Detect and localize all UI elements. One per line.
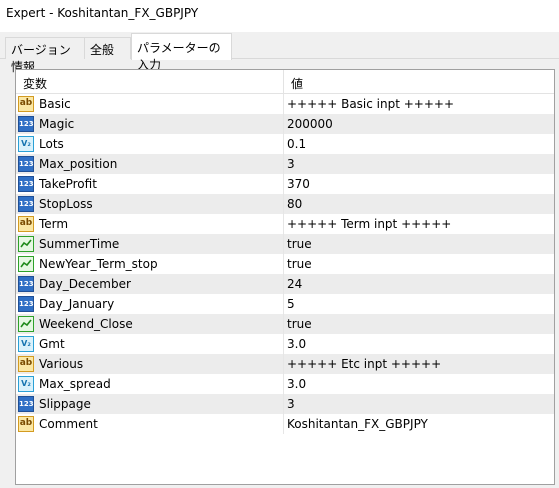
table-row[interactable]: ab Basic +++++ Basic inpt +++++ [16,94,554,114]
table-row[interactable]: ab Comment Koshitantan_FX_GBPJPY [16,414,554,434]
integer-123-icon: 123 [18,156,34,172]
parameter-name: NewYear_Term_stop [39,257,158,271]
parameter-name: Max_spread [39,377,111,391]
string-ab-icon: ab [18,416,34,432]
parameter-value[interactable]: true [287,237,312,251]
parameter-name: Weekend_Close [39,317,133,331]
double-v2-icon: V₂ [18,136,34,152]
parameter-name: Term [39,217,69,231]
parameter-name: Magic [39,117,75,131]
cell-divider [283,414,284,434]
table-row[interactable]: 123 Day_January 5 [16,294,554,314]
parameter-value[interactable]: +++++ Etc inpt +++++ [287,357,441,371]
parameter-value[interactable]: true [287,257,312,271]
parameter-value[interactable]: 3 [287,157,295,171]
integer-123-icon: 123 [18,296,34,312]
parameter-name: Slippage [39,397,91,411]
table-row[interactable]: Weekend_Close true [16,314,554,334]
window-title: Expert - Koshitantan_FX_GBPJPY [6,6,199,20]
window-title-bar: Expert - Koshitantan_FX_GBPJPY [0,0,559,30]
double-v2-icon: V₂ [18,376,34,392]
cell-divider [283,254,284,274]
cell-divider [283,354,284,374]
cell-divider [283,194,284,214]
parameters-grid[interactable]: 変数 値 ab Basic +++++ Basic inpt +++++ 123 Mag… [15,69,555,485]
parameter-name: Max_position [39,157,118,171]
double-v2-icon: V₂ [18,336,34,352]
table-row[interactable]: 123 Magic 200000 [16,114,554,134]
cell-divider [283,114,284,134]
cell-divider [283,294,284,314]
parameter-value[interactable]: 370 [287,177,310,191]
integer-123-icon: 123 [18,396,34,412]
cell-divider [283,374,284,394]
table-row[interactable]: SummerTime true [16,234,554,254]
bool-icon [18,256,34,272]
cell-divider [283,94,284,114]
column-header-value[interactable]: 値 [284,70,554,93]
table-row[interactable]: ab Various +++++ Etc inpt +++++ [16,354,554,374]
table-row[interactable]: V₂ Lots 0.1 [16,134,554,154]
cell-divider [283,174,284,194]
parameter-value[interactable]: 3.0 [287,337,306,351]
parameter-name: Day_January [39,297,115,311]
table-row[interactable]: 123 StopLoss 80 [16,194,554,214]
column-header-label: 変数 [23,77,48,91]
integer-123-icon: 123 [18,276,34,292]
parameter-name: Day_December [39,277,131,291]
cell-divider [283,334,284,354]
string-ab-icon: ab [18,216,34,232]
string-ab-icon: ab [18,96,34,112]
cell-divider [283,394,284,414]
parameter-value[interactable]: 24 [287,277,302,291]
cell-divider [283,154,284,174]
parameter-name: StopLoss [39,197,93,211]
table-row[interactable]: ab Term +++++ Term inpt +++++ [16,214,554,234]
table-row[interactable]: V₂ Gmt 3.0 [16,334,554,354]
parameter-name: Basic [39,97,71,111]
parameter-name: Lots [39,137,64,151]
parameter-value[interactable]: +++++ Basic inpt +++++ [287,97,454,111]
parameter-value[interactable]: 200000 [287,117,333,131]
table-row[interactable]: NewYear_Term_stop true [16,254,554,274]
string-ab-icon: ab [18,356,34,372]
cell-divider [283,314,284,334]
column-header-label: 値 [291,77,304,91]
parameter-name: Various [39,357,84,371]
tab-input-parameters[interactable]: パラメーターの入力 [131,33,232,72]
parameter-value[interactable]: 80 [287,197,302,211]
grid-header: 変数 値 [16,70,554,94]
tab-label: 全般 [90,43,115,57]
parameter-value[interactable]: true [287,317,312,331]
cell-divider [283,214,284,234]
parameter-value[interactable]: 0.1 [287,137,306,151]
parameter-value[interactable]: Koshitantan_FX_GBPJPY [287,417,428,431]
integer-123-icon: 123 [18,176,34,192]
tab-version-info[interactable]: バージョン情報 [5,37,85,74]
cell-divider [283,234,284,254]
parameter-name: Gmt [39,337,65,351]
parameter-value[interactable]: 5 [287,297,295,311]
table-row[interactable]: 123 TakeProfit 370 [16,174,554,194]
tab-general[interactable]: 全般 [84,37,131,59]
integer-123-icon: 123 [18,196,34,212]
column-header-variable[interactable]: 変数 [16,70,283,93]
parameter-value[interactable]: 3.0 [287,377,306,391]
parameter-value[interactable]: 3 [287,397,295,411]
table-row[interactable]: 123 Slippage 3 [16,394,554,414]
bool-icon [18,236,34,252]
bool-icon [18,316,34,332]
table-row[interactable]: 123 Day_December 24 [16,274,554,294]
cell-divider [283,274,284,294]
parameter-name: TakeProfit [39,177,97,191]
parameter-name: SummerTime [39,237,120,251]
integer-123-icon: 123 [18,116,34,132]
table-row[interactable]: 123 Max_position 3 [16,154,554,174]
parameter-name: Comment [39,417,98,431]
table-row[interactable]: V₂ Max_spread 3.0 [16,374,554,394]
cell-divider [283,134,284,154]
parameter-value[interactable]: +++++ Term inpt +++++ [287,217,451,231]
